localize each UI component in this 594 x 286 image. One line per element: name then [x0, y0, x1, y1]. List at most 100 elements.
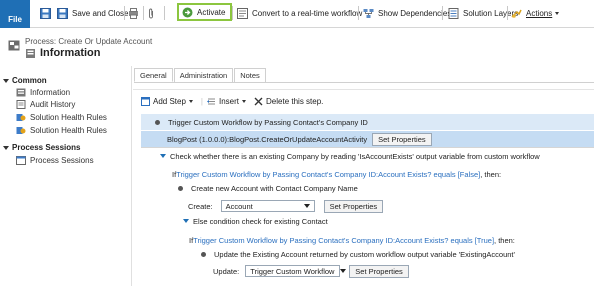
nav-divider [131, 66, 132, 286]
delete-step-label: Delete this step. [266, 96, 324, 106]
nav-item-solution-health-rules-2[interactable]: Solution Health Rules [16, 126, 107, 135]
save-close-icon [57, 7, 68, 19]
actions-menu-button[interactable]: Actions [511, 5, 560, 21]
actions-icon [511, 8, 522, 19]
actions-label: Actions [526, 8, 553, 18]
chevron-down-icon [242, 99, 247, 103]
tab-underline [134, 82, 594, 83]
process-sessions-icon [16, 156, 26, 165]
create-entity-value: Account [225, 201, 253, 211]
nav-section-common[interactable]: Common [3, 76, 47, 85]
update-label: Update: [213, 266, 240, 276]
condition-then: , then: [494, 235, 515, 245]
ribbon-divider [143, 6, 144, 20]
tab-administration[interactable]: Administration [173, 68, 234, 82]
expand-caret-icon [183, 219, 189, 223]
ribbon-divider [442, 6, 443, 20]
save-and-close-button[interactable]: Save and Close [57, 5, 128, 21]
delete-icon [254, 97, 263, 106]
step-toolbar: Add Step | Insert Delete this step. [141, 94, 331, 108]
condition-then: , then: [480, 169, 502, 179]
toolbar-pipe: | [200, 96, 203, 106]
step-activity-row[interactable]: BlogPost (1.0.0.0):BlogPost.CreateOrUpda… [141, 131, 594, 147]
step-title: Check whether there is an existing Compa… [170, 151, 540, 161]
nav-section-label: Process Sessions [12, 143, 81, 152]
convert-realtime-button[interactable]: Convert to a real-time workflow [237, 5, 362, 21]
activate-button[interactable]: Activate [177, 3, 233, 21]
audit-icon [16, 100, 26, 109]
information-icon [16, 88, 26, 97]
expand-caret-icon [160, 154, 166, 158]
set-properties-button[interactable]: Set Properties [349, 264, 409, 278]
step-title: Create new Account with Contact Company … [191, 183, 358, 193]
step-title: Trigger Custom Workflow by Passing Conta… [168, 117, 368, 127]
dependencies-icon [363, 8, 374, 19]
collapse-icon [3, 145, 9, 150]
print-icon [128, 7, 139, 19]
chevron-down-icon [340, 269, 347, 273]
solution-layers-label: Solution Layers [463, 8, 519, 18]
nav-item-audit-history[interactable]: Audit History [16, 100, 75, 109]
ribbon-divider [507, 6, 508, 20]
set-properties-button[interactable]: Set Properties [372, 132, 432, 146]
health-rules-icon [16, 113, 26, 122]
save-icon-button[interactable] [40, 5, 55, 21]
insert-icon [207, 97, 216, 106]
update-entity-value: Trigger Custom Workflow [250, 266, 335, 276]
ribbon-divider [358, 6, 359, 20]
convert-label: Convert to a real-time workflow [252, 8, 363, 18]
process-title: Process: Create Or Update Account [25, 37, 153, 46]
paperclip-icon [147, 8, 155, 19]
chevron-down-icon [303, 204, 310, 208]
tab-notes[interactable]: Notes [234, 68, 266, 82]
nav-item-label: Audit History [30, 100, 76, 109]
nav-section-process-sessions[interactable]: Process Sessions [3, 143, 80, 152]
print-button[interactable] [128, 5, 143, 21]
condition-link[interactable]: Trigger Custom Workflow by Passing Conta… [176, 170, 480, 179]
nav-item-solution-health-rules[interactable]: Solution Health Rules [16, 113, 107, 122]
step-title: Update the Existing Account returned by … [214, 249, 515, 259]
file-label: File [8, 15, 22, 24]
ribbon-divider [124, 6, 125, 20]
step-bullet-icon [201, 251, 206, 257]
tab-general[interactable]: General [134, 68, 173, 82]
set-properties-button[interactable]: Set Properties [323, 199, 384, 213]
step-create-new-account[interactable]: Create new Account with Contact Company … [168, 180, 594, 196]
nav-item-label: Information [30, 88, 71, 97]
convert-icon [237, 7, 248, 19]
collapse-icon [3, 78, 9, 83]
form-tabs: General Administration Notes [134, 68, 267, 82]
create-entity-select[interactable]: Account [220, 200, 315, 212]
save-icon [40, 7, 51, 19]
show-dependencies-button[interactable]: Show Dependencies [363, 5, 451, 21]
step-else-condition[interactable]: Else condition check for existing Contac… [168, 213, 594, 229]
insert-button[interactable]: Insert [207, 96, 247, 106]
nav-item-process-sessions[interactable]: Process Sessions [16, 156, 94, 165]
ribbon-divider [164, 6, 165, 20]
ribbon-divider [232, 6, 233, 20]
update-entity-row: Update: Trigger Custom Workflow Set Prop… [193, 263, 594, 279]
delete-step-button[interactable]: Delete this step. [254, 97, 323, 106]
info-icon [26, 48, 35, 58]
step-check-existing-company[interactable]: Check whether there is an existing Compa… [141, 148, 594, 164]
add-step-button[interactable]: Add Step [141, 96, 193, 106]
attach-button[interactable] [147, 5, 159, 21]
dependencies-label: Show Dependencies [378, 8, 452, 18]
step-activity-name: BlogPost (1.0.0.0):BlogPost.CreateOrUpda… [167, 134, 368, 144]
step-title: Else condition check for existing Contac… [193, 216, 328, 226]
nav-item-label: Solution Health Rules [30, 126, 107, 135]
condition-link[interactable]: Trigger Custom Workflow by Passing Conta… [193, 236, 494, 245]
file-button[interactable]: File [0, 0, 30, 28]
step-trigger-custom-workflow[interactable]: Trigger Custom Workflow by Passing Conta… [141, 114, 594, 130]
insert-label: Insert [219, 96, 240, 106]
step-update-existing-account[interactable]: Update the Existing Account returned by … [193, 246, 594, 262]
step-divider [141, 147, 594, 148]
nav-item-information[interactable]: Information [16, 88, 70, 97]
form-title: Information [26, 47, 101, 59]
toolbar-divider [133, 89, 594, 90]
chevron-down-icon [555, 11, 560, 15]
update-entity-select[interactable]: Trigger Custom Workflow [245, 265, 347, 277]
nav-item-label: Solution Health Rules [30, 113, 107, 122]
nav-section-label: Common [12, 76, 47, 85]
activate-icon [182, 7, 193, 18]
